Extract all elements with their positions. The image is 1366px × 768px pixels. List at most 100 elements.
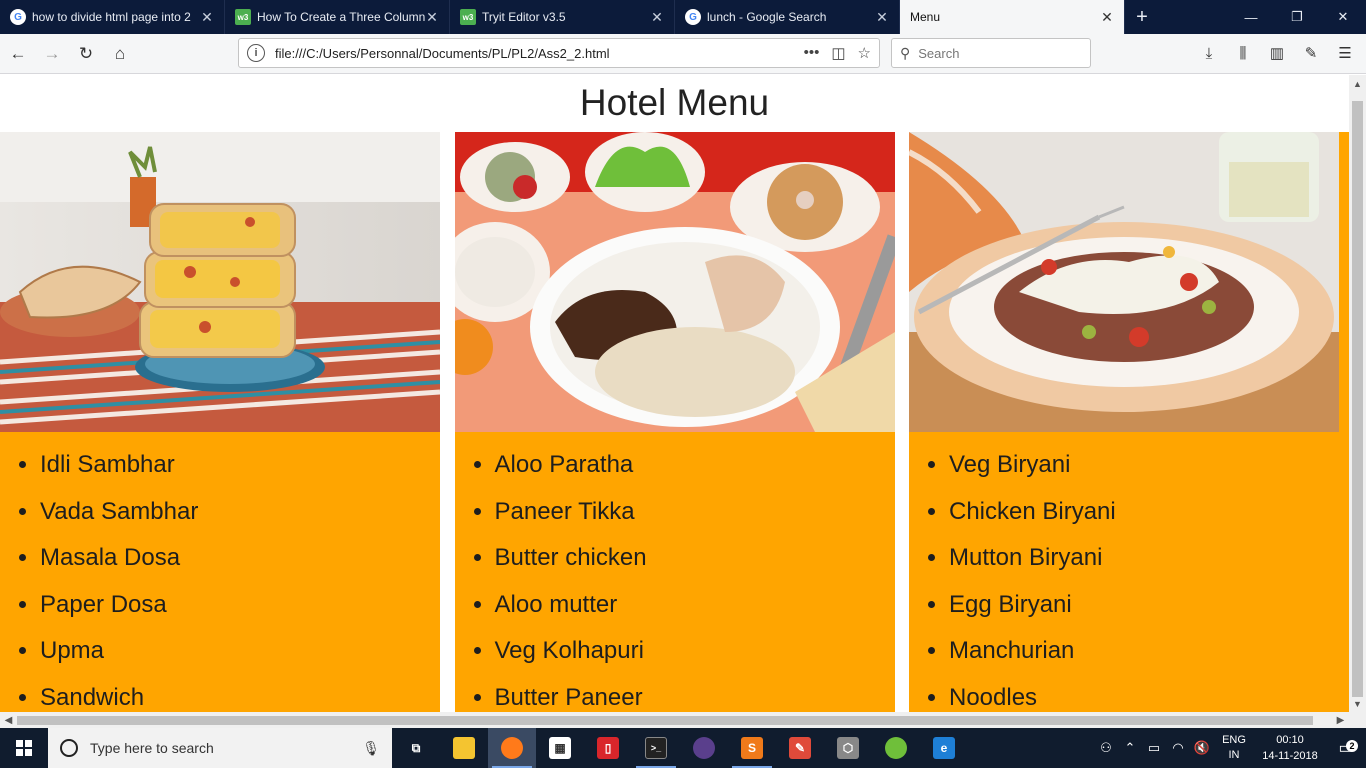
scrollbar-corner: [1349, 712, 1366, 728]
android-studio-button[interactable]: [872, 728, 920, 768]
region-code: IN: [1228, 749, 1240, 761]
edge-button[interactable]: e: [920, 728, 968, 768]
list-item: Aloo Paratha: [495, 450, 895, 497]
pocket-icon[interactable]: ◫: [831, 44, 845, 62]
scroll-left-icon[interactable]: ◀: [0, 712, 17, 728]
taskbar-search-box[interactable]: Type here to search 🎙: [48, 728, 392, 768]
notification-count: 2: [1346, 740, 1358, 752]
taskbar-search-placeholder: Type here to search: [90, 740, 214, 756]
list-item: Sandwich: [40, 683, 440, 713]
language-code: ENG: [1222, 734, 1246, 746]
scroll-right-icon[interactable]: ▶: [1332, 712, 1349, 728]
info-icon[interactable]: i: [247, 44, 265, 62]
store-icon: ▦: [549, 737, 571, 759]
volume-muted-icon[interactable]: 🔇: [1190, 740, 1214, 756]
home-icon[interactable]: ⌂: [104, 38, 136, 70]
reader-icon: ▯: [597, 737, 619, 759]
action-center-button[interactable]: ▭ 2: [1326, 738, 1366, 758]
sidebar-icon[interactable]: ▥: [1262, 38, 1292, 68]
list-item: Chicken Biryani: [949, 497, 1349, 544]
tab-title: Menu: [910, 10, 941, 24]
list-item: Vada Sambhar: [40, 497, 440, 544]
list-item: Noodles: [949, 683, 1349, 713]
tab-lunch-search[interactable]: G lunch - Google Search ✕: [675, 0, 900, 34]
list-item: Masala Dosa: [40, 543, 440, 590]
paint-icon: ✎: [789, 737, 811, 759]
page-actions-icon[interactable]: •••: [804, 44, 820, 62]
battery-icon[interactable]: ▭: [1142, 740, 1166, 756]
tab-menu[interactable]: Menu ✕: [900, 0, 1125, 34]
reader-button[interactable]: ▯: [584, 728, 632, 768]
search-icon: ⚲: [900, 44, 911, 61]
media-icon: ⬡: [837, 737, 859, 759]
list-item: Butter Paneer: [495, 683, 895, 713]
edge-icon: e: [933, 737, 955, 759]
url-text[interactable]: file:///C:/Users/Personnal/Documents/PL/…: [275, 46, 804, 61]
list-item: Idli Sambhar: [40, 450, 440, 497]
address-bar[interactable]: i file:///C:/Users/Personnal/Documents/P…: [238, 38, 880, 68]
terminal-button[interactable]: >_: [632, 728, 680, 768]
new-tab-button[interactable]: +: [1125, 0, 1159, 34]
menu-columns: Idli Sambhar Vada Sambhar Masala Dosa Pa…: [0, 132, 1349, 712]
clock[interactable]: 00:10 14-11-2018: [1254, 732, 1326, 764]
store-button[interactable]: ▦: [536, 728, 584, 768]
search-box[interactable]: ⚲ Search: [891, 38, 1091, 68]
minimize-icon[interactable]: —: [1228, 0, 1274, 34]
menu-list-2: Aloo Paratha Paneer Tikka Butter chicken…: [455, 432, 895, 712]
windows-logo-icon: [16, 740, 32, 756]
task-view-button[interactable]: ⧉: [392, 728, 440, 768]
list-item: Mutton Biryani: [949, 543, 1349, 590]
terminal-icon: >_: [645, 737, 667, 759]
w3schools-icon: w3: [235, 9, 251, 25]
page-viewport: Hotel Menu • Idli Sambhar • Vada Sambhar…: [0, 75, 1349, 712]
people-icon[interactable]: ⚇: [1094, 740, 1118, 756]
close-icon[interactable]: ✕: [425, 9, 439, 26]
restore-icon[interactable]: ❐: [1274, 0, 1320, 34]
menu-icon[interactable]: ☰: [1330, 38, 1360, 68]
menu-column-3: Veg Biryani Chicken Biryani Mutton Birya…: [909, 132, 1349, 712]
show-hidden-icons-icon[interactable]: ⌃: [1118, 740, 1142, 756]
tab-three-column[interactable]: w3 How To Create a Three Column ✕: [225, 0, 450, 34]
vertical-scrollbar[interactable]: ▲ ▼: [1349, 75, 1366, 712]
file-explorer-button[interactable]: [440, 728, 488, 768]
microphone-icon[interactable]: 🎙: [362, 740, 380, 757]
language-indicator[interactable]: ENG IN: [1214, 733, 1254, 763]
start-button[interactable]: [0, 728, 48, 768]
navigation-toolbar: ← → ↻ ⌂ i file:///C:/Users/Personnal/Doc…: [0, 34, 1366, 74]
cortana-icon: [60, 739, 78, 757]
back-icon[interactable]: ←: [2, 38, 34, 70]
forward-icon[interactable]: →: [36, 38, 68, 70]
menu-column-2: Aloo Paratha Paneer Tikka Butter chicken…: [454, 132, 895, 712]
close-icon[interactable]: ✕: [875, 9, 889, 26]
tab-tryit-editor[interactable]: w3 Tryit Editor v3.5 ✕: [450, 0, 675, 34]
firefox-button[interactable]: [488, 728, 536, 768]
tab-divide-html[interactable]: G how to divide html page into 2 ✕: [0, 0, 225, 34]
eyedropper-icon[interactable]: ✎: [1296, 38, 1326, 68]
bookmark-star-icon[interactable]: ☆: [858, 44, 871, 62]
library-icon[interactable]: ⫼: [1228, 38, 1258, 68]
menu-list-3: Veg Biryani Chicken Biryani Mutton Birya…: [909, 432, 1349, 712]
search-placeholder: Search: [918, 45, 960, 61]
download-icon[interactable]: ⤓: [1194, 38, 1224, 68]
horizontal-scroll-thumb[interactable]: [17, 716, 1313, 725]
list-item: Paper Dosa: [40, 590, 440, 637]
media-button[interactable]: ⬡: [824, 728, 872, 768]
scroll-down-icon[interactable]: ▼: [1349, 695, 1366, 712]
reload-icon[interactable]: ↻: [70, 38, 102, 70]
wifi-icon[interactable]: ◠: [1166, 740, 1190, 756]
sublime-button[interactable]: S: [728, 728, 776, 768]
vertical-scroll-thumb[interactable]: [1352, 101, 1363, 697]
task-view-icon: ⧉: [411, 740, 421, 755]
close-window-icon[interactable]: ✕: [1320, 0, 1366, 34]
list-item: Butter chicken: [495, 543, 895, 590]
eclipse-button[interactable]: [680, 728, 728, 768]
sublime-text-icon: S: [741, 737, 763, 759]
window-controls: — ❐ ✕: [1228, 0, 1366, 34]
close-icon[interactable]: ✕: [200, 9, 214, 26]
paint-button[interactable]: ✎: [776, 728, 824, 768]
close-icon[interactable]: ✕: [1100, 9, 1114, 26]
horizontal-scrollbar[interactable]: ◀ ▶: [0, 712, 1349, 728]
system-tray: ⚇ ⌃ ▭ ◠ 🔇 ENG IN 00:10 14-11-2018 ▭ 2: [1094, 728, 1366, 768]
scroll-up-icon[interactable]: ▲: [1349, 75, 1366, 92]
close-icon[interactable]: ✕: [650, 9, 664, 26]
